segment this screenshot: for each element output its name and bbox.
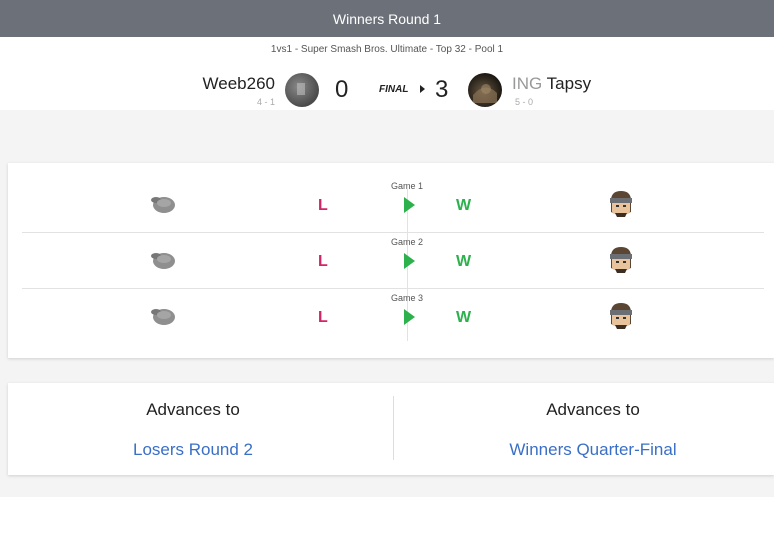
round-title-bar: Winners Round 1 bbox=[0, 0, 774, 37]
player2-score: 3 bbox=[435, 76, 449, 103]
game-row[interactable]: Game 2 L W bbox=[22, 233, 764, 289]
player1-avatar-image bbox=[297, 83, 305, 95]
player1-record: 4 - 1 bbox=[256, 97, 275, 107]
advances-card: Advances to Losers Round 2 Advances to W… bbox=[8, 383, 774, 475]
game-row[interactable]: Game 3 L W bbox=[22, 289, 764, 345]
player2-record: 5 - 0 bbox=[515, 97, 534, 107]
player1-avatar[interactable] bbox=[285, 73, 319, 107]
player2-prefix: ING bbox=[512, 74, 543, 93]
snake-icon bbox=[610, 303, 632, 329]
play-icon[interactable] bbox=[404, 253, 415, 269]
player2-result: W bbox=[456, 253, 472, 270]
pikmin-icon bbox=[151, 197, 175, 213]
pikmin-icon bbox=[151, 253, 175, 269]
play-icon[interactable] bbox=[404, 309, 415, 325]
player2-avatar[interactable] bbox=[468, 73, 502, 107]
snake-icon bbox=[610, 247, 632, 273]
game-row[interactable]: Game 1 L W bbox=[22, 177, 764, 233]
player1-result: L bbox=[318, 197, 328, 214]
round-title: Winners Round 1 bbox=[332, 10, 442, 27]
player1-name[interactable]: Weeb260 bbox=[203, 74, 275, 94]
set-status: FINAL bbox=[379, 84, 409, 95]
scoreline: Weeb260 4 - 1 0 FINAL 3 ING Tapsy 5 - 0 bbox=[0, 66, 774, 110]
games-card: Game 1 L W Game 2 L W Game 3 L W bbox=[8, 163, 774, 358]
player1-score: 0 bbox=[335, 76, 349, 103]
player2-result: W bbox=[456, 197, 472, 214]
snake-icon bbox=[610, 191, 632, 217]
player1-result: L bbox=[318, 309, 328, 326]
losers-round-2-link[interactable]: Losers Round 2 bbox=[8, 440, 378, 460]
player2-name: Tapsy bbox=[546, 74, 592, 93]
player1-result: L bbox=[318, 253, 328, 270]
game-label: Game 1 bbox=[390, 181, 423, 191]
advances-heading: Advances to bbox=[146, 400, 240, 419]
play-icon[interactable] bbox=[404, 197, 415, 213]
winners-quarter-final-link[interactable]: Winners Quarter-Final bbox=[408, 440, 774, 460]
advances-divider bbox=[393, 396, 394, 460]
player2-avatar-image bbox=[473, 84, 497, 103]
player2-result: W bbox=[456, 309, 472, 326]
game-label: Game 3 bbox=[390, 293, 423, 303]
pikmin-icon bbox=[151, 309, 175, 325]
final-arrow-icon bbox=[420, 85, 425, 93]
advances-heading: Advances to bbox=[546, 400, 640, 419]
player2-name-block[interactable]: ING Tapsy bbox=[512, 74, 591, 94]
game-label: Game 2 bbox=[390, 237, 423, 247]
set-subtitle: 1vs1 - Super Smash Bros. Ultimate - Top … bbox=[270, 44, 504, 55]
